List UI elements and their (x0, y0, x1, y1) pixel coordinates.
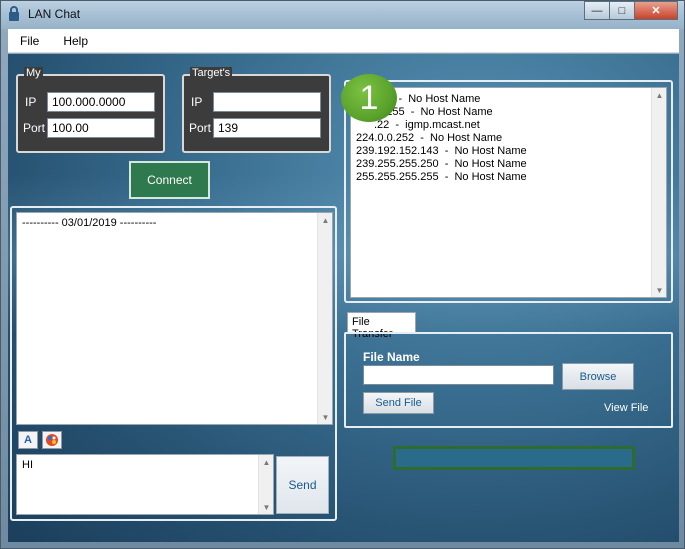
title-bar[interactable]: LAN Chat — □ ✕ (1, 1, 684, 29)
message-text[interactable]: HI (22, 459, 33, 471)
step-number-badge: 1 (341, 74, 397, 122)
tab-file-transfer[interactable]: File Transfer (347, 312, 416, 340)
hosts-frame: .3.1 - No Host Name .3.255 - No Host Nam… (344, 80, 673, 303)
window-title: LAN Chat (28, 7, 81, 21)
my-group: My IP Port (16, 67, 165, 153)
menu-help[interactable]: Help (51, 34, 100, 48)
scroll-down-icon[interactable]: ▼ (318, 410, 332, 424)
hosts-list[interactable]: .3.1 - No Host Name .3.255 - No Host Nam… (350, 87, 667, 298)
connect-button[interactable]: Connect (129, 161, 210, 199)
browse-button[interactable]: Browse (562, 363, 634, 390)
host-item[interactable]: 239.192.152.143 - No Host Name (356, 145, 527, 158)
file-name-input[interactable] (363, 365, 554, 385)
maximize-button[interactable]: □ (609, 1, 635, 20)
chat-log-line: ---------- 03/01/2019 ---------- (22, 217, 157, 229)
menu-file[interactable]: File (8, 34, 51, 48)
client-area: My IP Port Target's IP Port Connect .3.1… (8, 54, 679, 542)
file-transfer-panel: File Name Browse Send File View File (344, 332, 673, 428)
target-port-input[interactable] (213, 118, 321, 138)
chat-log-scrollbar[interactable]: ▲ ▼ (317, 213, 332, 424)
send-button[interactable]: Send (276, 456, 329, 514)
scroll-up-icon[interactable]: ▲ (259, 455, 273, 469)
app-window: LAN Chat — □ ✕ File Help My IP Port Targ… (0, 0, 685, 549)
my-port-input[interactable] (47, 118, 155, 138)
app-icon (9, 6, 19, 21)
my-ip-label: IP (25, 95, 37, 109)
minimize-icon: — (591, 4, 603, 17)
send-file-button[interactable]: Send File (363, 392, 434, 414)
color-button[interactable] (42, 431, 62, 449)
host-item[interactable]: 239.255.255.250 - No Host Name (356, 158, 527, 171)
target-group: Target's IP Port (182, 67, 331, 153)
transfer-progress-bar (393, 446, 635, 470)
message-scrollbar[interactable]: ▲ ▼ (258, 455, 273, 514)
target-ip-label: IP (191, 95, 203, 109)
target-group-label: Target's (190, 67, 233, 79)
font-button[interactable]: A (18, 431, 38, 449)
color-palette-icon (46, 434, 58, 446)
window-controls: — □ ✕ (584, 1, 678, 20)
hosts-scrollbar[interactable]: ▲ ▼ (651, 88, 666, 297)
menu-bar: File Help (8, 29, 679, 53)
target-ip-input[interactable] (213, 92, 321, 112)
maximize-icon: □ (618, 4, 626, 17)
host-item[interactable]: .22 - igmp.mcast.net (356, 119, 527, 132)
scroll-down-icon[interactable]: ▼ (652, 283, 666, 297)
target-port-label: Port (189, 121, 212, 135)
host-item[interactable]: 224.0.0.252 - No Host Name (356, 132, 527, 145)
message-box[interactable]: HI ▲ ▼ (16, 454, 274, 515)
minimize-button[interactable]: — (584, 1, 610, 20)
file-name-label: File Name (363, 350, 420, 364)
scroll-up-icon[interactable]: ▲ (318, 213, 332, 227)
close-icon: ✕ (651, 5, 661, 17)
close-button[interactable]: ✕ (634, 1, 678, 20)
my-port-label: Port (23, 121, 46, 135)
host-item[interactable]: 255.255.255.255 - No Host Name (356, 171, 527, 184)
my-group-label: My (24, 67, 43, 79)
font-icon: A (24, 434, 32, 446)
scroll-down-icon[interactable]: ▼ (259, 500, 273, 514)
scroll-up-icon[interactable]: ▲ (652, 88, 666, 102)
chat-log[interactable]: ---------- 03/01/2019 ---------- ▲ ▼ (16, 212, 333, 425)
my-ip-input[interactable] (47, 92, 155, 112)
view-file-link[interactable]: View File (604, 402, 648, 414)
